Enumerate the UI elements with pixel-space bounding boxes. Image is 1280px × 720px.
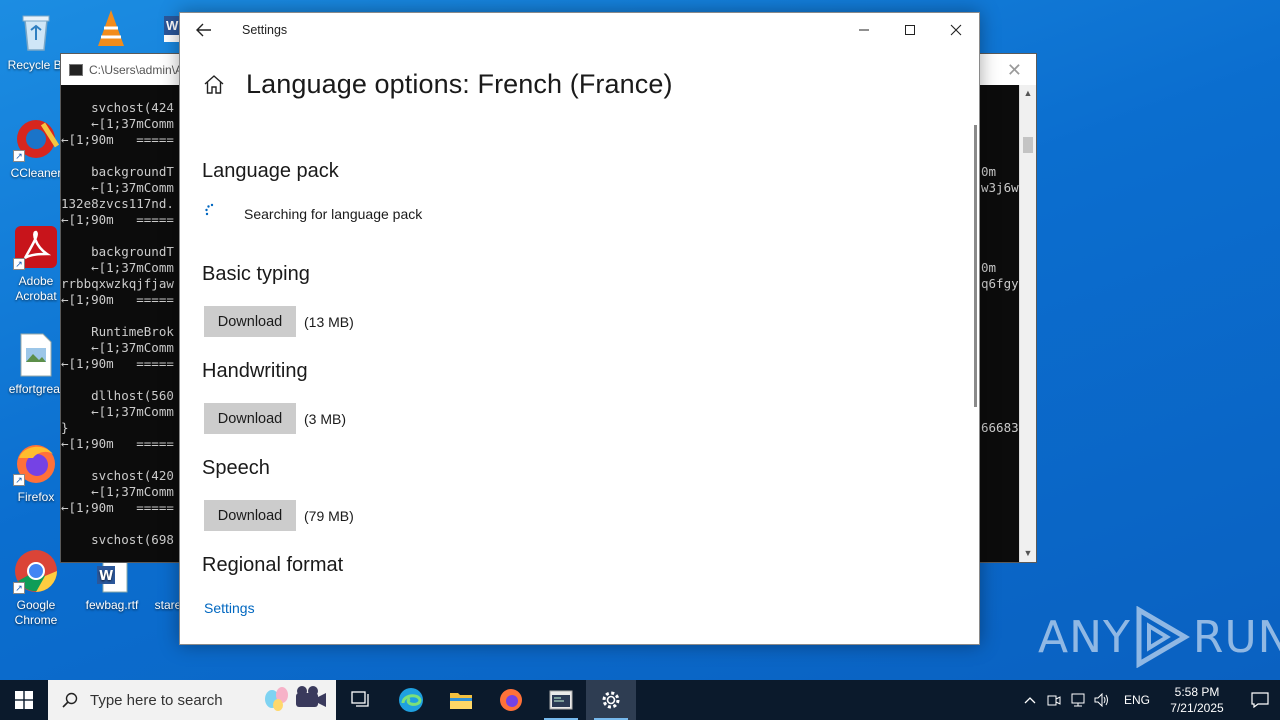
speech-row: Download (79 MB): [204, 500, 354, 531]
image-file-icon: [13, 332, 59, 378]
desktop-icon-label: CCleaner: [10, 166, 62, 180]
basic-typing-title: Basic typing: [202, 263, 310, 285]
back-arrow-icon[interactable]: [180, 13, 228, 47]
firefox-icon: ↗: [13, 440, 59, 486]
settings-window[interactable]: Settings Language options: French (Franc…: [179, 12, 980, 645]
search-placeholder: Type here to search: [90, 691, 223, 709]
desktop-icon-label: stare: [154, 598, 182, 612]
close-icon[interactable]: [933, 13, 979, 47]
file-explorer-icon[interactable]: [436, 680, 486, 720]
vlc-icon[interactable]: [88, 6, 134, 57]
regional-settings-link[interactable]: Settings: [204, 600, 255, 616]
basic-typing-size: (13 MB): [304, 313, 354, 330]
taskbar-search-box[interactable]: Type here to search: [48, 680, 336, 720]
notification-icon[interactable]: [1240, 692, 1280, 708]
clock[interactable]: 5:58 PM 7/21/2025: [1166, 684, 1228, 716]
desktop-icon-fewbag-rtf[interactable]: W fewbag.rtf: [76, 558, 148, 613]
network-icon[interactable]: [1066, 693, 1090, 707]
console-output-right: 0m w3j6w 0m q6fgy 66683: [981, 164, 1019, 435]
svg-text:W: W: [99, 569, 113, 584]
page-header: Language options: French (France): [202, 69, 673, 100]
input-language[interactable]: ENG: [1124, 693, 1150, 707]
start-button[interactable]: [0, 680, 48, 720]
chrome-icon: ↗: [13, 548, 59, 594]
page-title: Language options: French (France): [246, 69, 673, 99]
window-title: Settings: [242, 23, 288, 37]
console-icon: [69, 63, 83, 76]
shortcut-arrow-icon: ↗: [13, 258, 25, 270]
word-document-icon: W: [89, 558, 135, 594]
console-output-left: svchost(424 ←[1;37mComm ←[1;90m ===== ba…: [61, 100, 174, 547]
ccleaner-icon: ↗: [13, 116, 60, 162]
speech-download-button[interactable]: Download: [204, 500, 296, 531]
search-highlight-icon: [265, 686, 326, 711]
edge-icon[interactable]: [386, 680, 436, 720]
scroll-up-icon[interactable]: ▲: [1020, 85, 1036, 102]
gear-icon: [602, 691, 620, 709]
desktop-icon-label: Google Chrome: [14, 598, 58, 627]
settings-scrollbar[interactable]: [974, 125, 977, 407]
loading-spinner-icon: [205, 203, 214, 216]
system-tray: ENG 5:58 PM 7/21/2025: [1018, 680, 1280, 720]
windows-logo-icon: [15, 691, 33, 709]
close-icon[interactable]: ✕: [1007, 60, 1022, 81]
console-scrollbar[interactable]: ▲ ▼: [1019, 85, 1036, 562]
console-taskbar-icon[interactable]: [536, 680, 586, 720]
speech-size: (79 MB): [304, 507, 354, 524]
desktop-icon-label: Recycle Bi: [7, 58, 65, 72]
firefox-taskbar-icon[interactable]: [486, 680, 536, 720]
clock-date: 7/21/2025: [1170, 701, 1224, 715]
settings-taskbar-icon[interactable]: [586, 680, 636, 720]
minimize-icon[interactable]: [841, 13, 887, 47]
anyrun-watermark: ANY RUN: [1038, 606, 1280, 668]
desktop-icon-label: Firefox: [17, 490, 55, 504]
handwriting-row: Download (3 MB): [204, 403, 346, 434]
adobe-acrobat-icon: ↗: [13, 224, 59, 270]
meet-now-icon[interactable]: [1042, 693, 1066, 707]
play-logo-icon: [1136, 606, 1190, 668]
settings-titlebar[interactable]: Settings: [180, 13, 979, 47]
handwriting-size: (3 MB): [304, 410, 346, 427]
desktop-icon-label: fewbag.rtf: [85, 598, 139, 612]
basic-typing-download-button[interactable]: Download: [204, 306, 296, 337]
shortcut-arrow-icon: ↗: [13, 474, 25, 486]
basic-typing-row: Download (13 MB): [204, 306, 354, 337]
scroll-down-icon[interactable]: ▼: [1020, 545, 1036, 562]
maximize-icon[interactable]: [887, 13, 933, 47]
task-view-icon[interactable]: [336, 680, 386, 720]
language-pack-title: Language pack: [202, 160, 339, 182]
handwriting-title: Handwriting: [202, 360, 308, 382]
shortcut-arrow-icon: ↗: [13, 150, 25, 162]
handwriting-download-button[interactable]: Download: [204, 403, 296, 434]
console-title: C:\Users\admin\A: [89, 62, 184, 77]
shortcut-arrow-icon: ↗: [13, 582, 25, 594]
taskbar: Type here to search ENG 5:58 PM 7/21/202…: [0, 680, 1280, 720]
chevron-up-icon[interactable]: [1018, 696, 1042, 704]
search-icon: [62, 692, 78, 708]
language-pack-status: Searching for language pack: [244, 206, 423, 222]
watermark-right: RUN: [1192, 611, 1280, 663]
speech-title: Speech: [202, 457, 270, 479]
recycle-bin-icon: [13, 8, 59, 54]
clock-time: 5:58 PM: [1174, 685, 1220, 699]
regional-format-title: Regional format: [202, 554, 344, 576]
volume-icon[interactable]: [1090, 693, 1114, 707]
scroll-thumb[interactable]: [1023, 137, 1033, 153]
watermark-left: ANY: [1038, 611, 1131, 663]
desktop-icon-label: effortgreat: [8, 382, 64, 396]
home-icon[interactable]: [202, 73, 226, 97]
